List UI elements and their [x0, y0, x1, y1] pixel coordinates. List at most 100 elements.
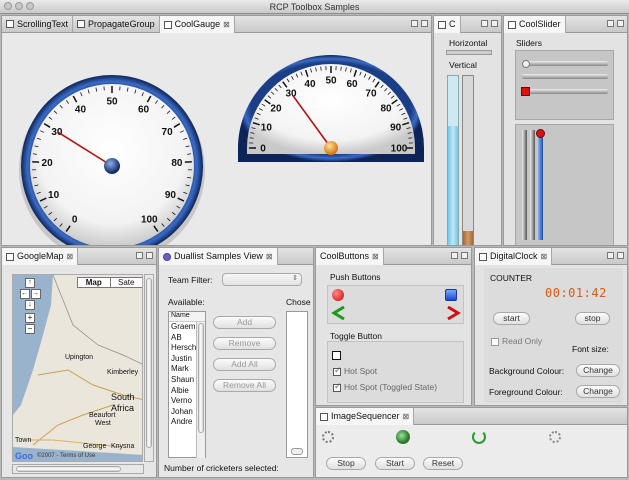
h-slider-2[interactable]	[522, 74, 608, 79]
vertical-label: Vertical	[449, 60, 477, 70]
start-button[interactable]: start	[493, 312, 530, 325]
v-slider-3-thumb[interactable]	[536, 129, 545, 138]
hot-spot-checkbox[interactable]	[333, 365, 342, 376]
tab-duallist[interactable]: Duallist Samples View ⊠	[159, 248, 278, 265]
sequencer-start-button[interactable]: Start	[375, 457, 415, 470]
gauge-hub	[324, 141, 338, 155]
map-vertical-scrollbar[interactable]	[144, 274, 154, 462]
map-place-label: Beaufort	[89, 412, 116, 419]
clock-display: 00:01:42	[545, 286, 607, 300]
push-buttons-group	[327, 285, 464, 324]
gauge-tick-label: 90	[165, 190, 177, 201]
gauge-tick-label: 20	[42, 158, 54, 169]
gauge-tick-label: 40	[75, 105, 87, 116]
background-change-button[interactable]: Change	[576, 364, 620, 377]
pane-min-max[interactable]	[411, 20, 428, 27]
h-slider-1[interactable]	[522, 61, 608, 66]
v-slider-3[interactable]	[538, 137, 543, 240]
stop-square-icon[interactable]	[445, 289, 457, 301]
coolbuttons-pane: CoolButtons ⊠ Push Buttons Toggle Button …	[315, 247, 472, 406]
add-all-button[interactable]: Add All	[213, 358, 276, 371]
add-button[interactable]: Add	[213, 316, 276, 329]
map-hscroll-thumb[interactable]	[16, 466, 121, 472]
map-copyright: ©2007 - Terms of Use	[37, 453, 96, 459]
tab-digitalclock[interactable]: DigitalClock ⊠	[475, 248, 553, 265]
pan-down-icon[interactable]: ↓	[25, 300, 35, 310]
pan-up-icon[interactable]: ↑	[25, 278, 35, 288]
pane-min-max[interactable]	[481, 20, 498, 27]
close-icon[interactable]: ⊠	[67, 249, 74, 264]
tab-coolbuttons[interactable]: CoolButtons ⊠	[316, 248, 384, 265]
vertical-progress-left	[447, 75, 459, 245]
dots-spinner-icon	[549, 431, 561, 443]
h-slider-3[interactable]	[522, 89, 608, 94]
pane-min-max[interactable]	[136, 252, 153, 259]
cricketers-count-label: Number of cricketers selected:	[164, 463, 279, 473]
v-slider-1[interactable]	[522, 130, 527, 240]
team-filter-label: Team Filter:	[168, 275, 213, 285]
sequencer-stop-button[interactable]: Stop	[326, 457, 366, 470]
zoom-out-icon[interactable]: −	[25, 324, 35, 334]
tab-coolslider[interactable]: CoolSlider	[504, 16, 566, 33]
zoom-in-icon[interactable]: +	[25, 313, 35, 323]
hot-spot-toggled-label: Hot Spot (Toggled State)	[344, 382, 438, 392]
gauge-tick-mark	[408, 137, 413, 139]
close-icon[interactable]: ⊠	[541, 249, 548, 264]
close-icon[interactable]: ⊠	[223, 17, 230, 32]
scroll-thumb[interactable]	[198, 323, 204, 433]
tab-googlemap[interactable]: GoogleMap ⊠	[2, 248, 79, 265]
map-place-label: George	[83, 443, 107, 450]
tab-imagesequencer[interactable]: ImageSequencer ⊠	[316, 408, 415, 425]
forward-arrow-icon[interactable]	[445, 306, 461, 320]
back-arrow-icon[interactable]	[331, 306, 347, 320]
list-column-header[interactable]: Name	[169, 312, 205, 322]
close-icon[interactable]: ⊠	[266, 249, 273, 264]
pane-min-max[interactable]	[607, 252, 624, 259]
map-horizontal-scrollbar[interactable]	[12, 464, 144, 474]
map-scroll-thumb[interactable]	[146, 278, 152, 448]
tab-scrolling-text[interactable]: ScrollingText	[2, 16, 74, 32]
tab-propagate-group[interactable]: PropagateGroup	[73, 16, 160, 32]
available-list-scrollbar[interactable]	[196, 322, 205, 458]
h-slider-3-thumb[interactable]	[521, 87, 530, 96]
pan-left-icon[interactable]: ←	[19, 289, 30, 299]
pane-min-max[interactable]	[451, 252, 468, 259]
toggle-checkbox-icon[interactable]	[332, 351, 341, 360]
chosen-list[interactable]	[286, 311, 308, 458]
hot-spot-label: Hot Spot	[344, 366, 378, 376]
hot-spot-toggled-checkbox[interactable]	[333, 381, 342, 392]
v-slider-2[interactable]	[530, 130, 535, 240]
full-gauge: 0 10 20 30 40 50 60 70 80 90 100	[19, 75, 205, 245]
window-controls[interactable]	[4, 2, 34, 10]
pan-right-icon[interactable]: →	[30, 289, 41, 299]
map-type-satellite[interactable]: Sate	[111, 278, 143, 287]
remove-button[interactable]: Remove	[213, 337, 276, 350]
record-icon[interactable]	[332, 289, 344, 301]
close-icon[interactable]: ⊠	[372, 249, 379, 264]
remove-all-button[interactable]: Remove All	[213, 379, 276, 392]
team-filter-select[interactable]: ⇕	[222, 273, 302, 286]
half-gauge: 010203040 50 60708090100	[238, 55, 424, 162]
chosen-scroll-thumb[interactable]	[291, 448, 303, 455]
tab-cool-gauge[interactable]: CoolGauge ⊠	[159, 16, 235, 33]
stop-button[interactable]: stop	[575, 312, 610, 325]
horizontal-label: Horizontal	[449, 38, 488, 48]
map-type-map[interactable]: Map	[78, 278, 111, 287]
map-view[interactable]: Map Sate ↑ ← → ↓ + − Upington Kimberley …	[12, 274, 143, 462]
vertical-progress-fill	[463, 231, 473, 245]
pane-min-max[interactable]	[607, 20, 624, 27]
sequencer-reset-button[interactable]: Reset	[423, 457, 463, 470]
tab-c[interactable]: C	[434, 16, 461, 33]
gauge-pane-tabs: ScrollingText PropagateGroup CoolGauge ⊠	[2, 16, 431, 33]
chevron-updown-icon: ⇕	[292, 275, 298, 282]
read-only-checkbox[interactable]	[491, 338, 499, 346]
h-slider-1-thumb[interactable]	[522, 60, 530, 68]
foreground-change-button[interactable]: Change	[576, 385, 620, 398]
c-pane: C Horizontal Vertical	[433, 15, 502, 246]
close-icon[interactable]: ⊠	[403, 409, 410, 424]
spinner-icon	[322, 431, 334, 443]
horizontal-progress	[446, 50, 492, 55]
view-icon	[163, 20, 172, 29]
map-pan-zoom: ↑ ← → ↓ + −	[19, 278, 41, 334]
gauge-tick-mark	[340, 66, 342, 71]
